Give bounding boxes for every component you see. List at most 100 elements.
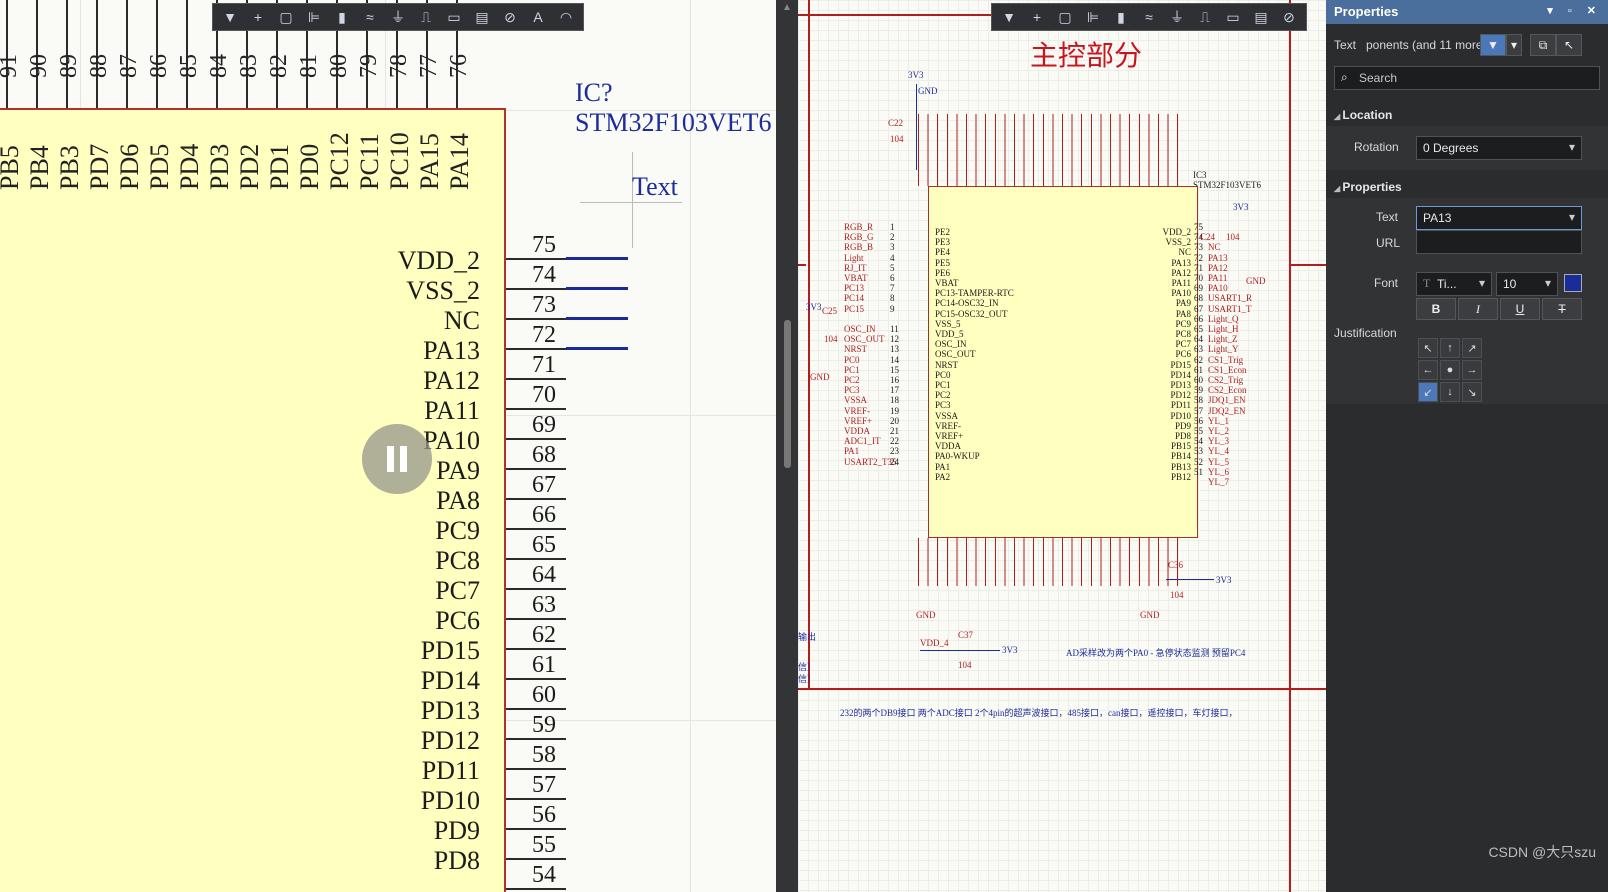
pin-number: 20: [890, 415, 899, 426]
pin-number: 55: [532, 832, 556, 858]
netlabel-tool-button[interactable]: ⎍: [1192, 6, 1218, 28]
top-pin[interactable]: 90 PB4: [22, 0, 54, 190]
select-all-button[interactable]: ⧉: [1530, 34, 1556, 56]
netlabel-tool-button[interactable]: ⎍: [413, 6, 439, 28]
net-wire[interactable]: [566, 257, 628, 260]
schematic-zoom-pane[interactable]: 91 PB5 90 PB4 89 PB3 88 PD7 87 PD6 86 PD5 85 PD4 84 PD3…: [0, 0, 776, 892]
filter-button[interactable]: ▼: [1480, 34, 1506, 56]
search-input[interactable]: ⌕ Search: [1334, 66, 1600, 90]
rotation-label: Rotation: [1354, 140, 1399, 154]
justify-center[interactable]: ●: [1440, 360, 1460, 380]
location-section[interactable]: Location: [1334, 108, 1392, 122]
justify-top-left[interactable]: ↖: [1418, 338, 1438, 358]
font-size-select[interactable]: 10: [1496, 272, 1558, 296]
bus-tool-button[interactable]: ≈: [1136, 6, 1162, 28]
pin-name: PB5: [0, 145, 24, 190]
note-interfaces[interactable]: 232的两个DB9接口 两个ADC接口 2个4pin的超声波接口，485接口，c…: [840, 708, 1238, 718]
add-wire-tool-button[interactable]: +: [245, 6, 271, 28]
mcu-symbol[interactable]: PE2 PE3 PE4 PE5 PE6 VBAT PC13-TAMPER-RTC PC14-O…: [928, 186, 1198, 538]
port-tool-button[interactable]: ▭: [441, 6, 467, 28]
pick-button[interactable]: ↖: [1556, 34, 1582, 56]
pin-number: 71: [1194, 262, 1203, 273]
ic-designator-label[interactable]: IC? STM32F103VET6: [575, 78, 771, 138]
strikethrough-button[interactable]: T: [1542, 298, 1582, 320]
properties-section[interactable]: Properties: [1334, 180, 1401, 194]
power-icon: ⏚: [1170, 9, 1184, 25]
top-pin[interactable]: 88 PD7: [82, 0, 114, 190]
part-tool-button[interactable]: ▮: [329, 6, 355, 28]
directive-tool-button[interactable]: ⊘: [1276, 6, 1302, 28]
justify-bottom-center[interactable]: ↓: [1440, 382, 1460, 402]
pin-number: 80: [326, 54, 352, 78]
left-pane-scrollbar[interactable]: ▲: [776, 0, 798, 892]
pin-number: 71: [532, 352, 556, 378]
filter-dropdown[interactable]: ▾: [1506, 34, 1522, 56]
sheet-title[interactable]: 主控部分: [1030, 34, 1142, 74]
font-select[interactable]: T Ti...: [1416, 272, 1492, 296]
selection-scope[interactable]: ponents (and 11 more): [1366, 38, 1487, 52]
top-pin[interactable]: 89 PB3: [52, 0, 84, 190]
cap-c37-value: 104: [958, 660, 972, 670]
text-value-field[interactable]: PA13: [1416, 206, 1582, 230]
net-label: RJ_IT: [844, 262, 867, 273]
panel-controls[interactable]: ▾ ▫ ✕: [1547, 4, 1602, 17]
scroll-thumb[interactable]: [784, 320, 791, 468]
power-tool-button[interactable]: ⏚: [385, 6, 411, 28]
side-label-3: 信）: [798, 674, 817, 684]
justify-top-center[interactable]: ↑: [1440, 338, 1460, 358]
pause-recording-button[interactable]: [362, 424, 432, 494]
pin-name: PA13: [423, 336, 480, 365]
select-rect-tool-button[interactable]: ▢: [273, 6, 299, 28]
align-tool-button[interactable]: ⊫: [1080, 6, 1106, 28]
bus-tool-button[interactable]: ≈: [357, 6, 383, 28]
justify-middle-left[interactable]: ←: [1418, 360, 1438, 380]
text-object[interactable]: Text: [632, 172, 678, 202]
pin-stub: [506, 738, 566, 740]
justify-top-right[interactable]: ↗: [1462, 338, 1482, 358]
cap-c25-value: 104: [824, 334, 838, 344]
scroll-up-icon[interactable]: ▲: [782, 2, 792, 13]
filter-tool-button[interactable]: ▼: [996, 6, 1022, 28]
top-pin[interactable]: 91 PB5: [0, 0, 24, 190]
justify-bottom-right[interactable]: ↘: [1462, 382, 1482, 402]
top-pin[interactable]: 87 PD6: [112, 0, 144, 190]
underline-button[interactable]: U: [1500, 298, 1540, 320]
justify-middle-right[interactable]: →: [1462, 360, 1482, 380]
rotation-select[interactable]: 0 Degrees: [1416, 136, 1582, 160]
net-wire[interactable]: [566, 317, 628, 320]
select-rect-icon: ▢: [279, 8, 293, 25]
pin-stub: [506, 318, 566, 320]
align-tool-button[interactable]: ⊫: [301, 6, 327, 28]
power-3v3-top: 3V3: [908, 70, 924, 80]
italic-button[interactable]: I: [1458, 298, 1498, 320]
url-field[interactable]: [1416, 230, 1582, 254]
mcu-pin-name: PE5: [935, 257, 951, 268]
power-3v3-c36: 3V3: [1216, 575, 1232, 585]
arc-tool-button[interactable]: ◠: [553, 6, 579, 28]
part-tool-button[interactable]: ▮: [1108, 6, 1134, 28]
justify-bottom-left[interactable]: ↙: [1418, 382, 1438, 402]
power-tool-button[interactable]: ⏚: [1164, 6, 1190, 28]
directive-tool-button[interactable]: ⊘: [497, 6, 523, 28]
mcu-pin-name: PA2: [935, 471, 951, 482]
top-pin[interactable]: 85 PD4: [172, 0, 204, 190]
text-tool-button[interactable]: A: [525, 6, 551, 28]
top-pin[interactable]: 86 PD5: [142, 0, 174, 190]
add-wire-tool-button[interactable]: +: [1024, 6, 1050, 28]
net-wire[interactable]: [566, 287, 628, 290]
sheet-tool-button[interactable]: ▤: [469, 6, 495, 28]
bold-button[interactable]: B: [1416, 298, 1456, 320]
port-tool-button[interactable]: ▭: [1220, 6, 1246, 28]
filter-tool-button[interactable]: ▼: [217, 6, 243, 28]
note-ad-sampling[interactable]: AD采样改为两个PA0 - 急停状态监测 预留PC4: [1066, 648, 1245, 658]
power-icon: ⏚: [391, 9, 405, 25]
mcu-pin-name: PB12: [1170, 471, 1191, 482]
net-wire[interactable]: [566, 347, 628, 350]
right-pin[interactable]: 54: [0, 862, 640, 892]
font-color-swatch[interactable]: [1564, 274, 1582, 292]
sheet-frame-right-mark: [1289, 264, 1326, 266]
select-rect-tool-button[interactable]: ▢: [1052, 6, 1078, 28]
net-label: PC2: [844, 375, 860, 385]
sheet-tool-button[interactable]: ▤: [1248, 6, 1274, 28]
schematic-overview-pane[interactable]: 主控部分 3V3 GND C22 104 IC3 STM32F103VET6 P…: [798, 0, 1326, 892]
